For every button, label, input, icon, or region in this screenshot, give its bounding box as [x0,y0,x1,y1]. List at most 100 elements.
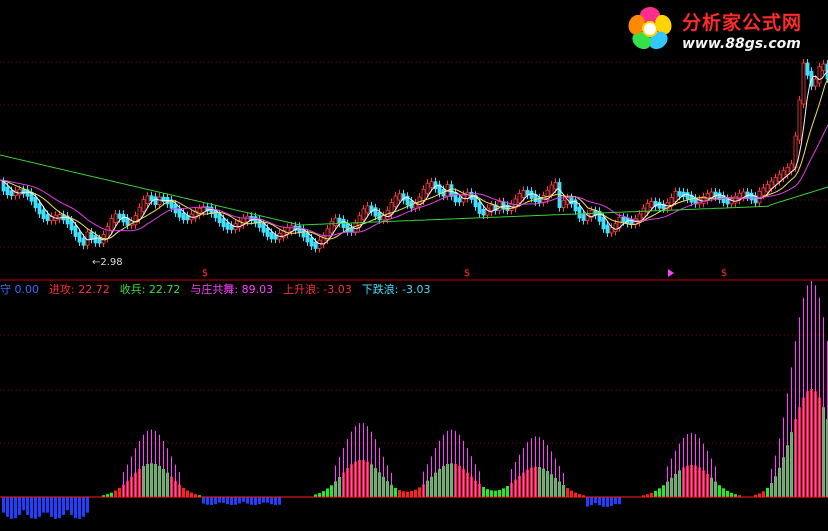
legend-item: 与庄共舞: 89.03 [190,283,274,296]
candle-body [453,191,458,203]
candle-body [813,78,818,87]
guard-bar [218,497,221,503]
candle-body [805,62,810,76]
candle-body [73,225,78,237]
candle-body [77,232,82,243]
candle-body [5,186,10,196]
candle-body [217,213,222,224]
chart-canvas[interactable]: $ $ $ [0,0,828,531]
candle-body [105,226,110,239]
retreat-bar [110,492,113,497]
candle-body [549,184,554,195]
flower-icon [628,7,672,50]
candle-body [133,215,138,226]
guard-bar [10,497,13,519]
indicator-legend: 守 0.00 进攻: 22.72 收兵: 22.72 与庄共舞: 89.03 上升浪: … [0,282,440,298]
candle-body [153,196,158,206]
attack-bar [566,488,569,497]
attack-bar [414,489,417,497]
candle-body [89,231,94,240]
guard-bar [250,497,253,505]
guard-bar [26,497,29,515]
retreat-bar [494,490,497,497]
attack-bar [570,490,573,497]
guard-bar [614,497,617,504]
candle-body [477,202,482,214]
retreat-bar [658,488,661,497]
guard-bar [210,497,213,505]
candle-body [17,189,22,196]
guard-bar [70,497,73,515]
attack-bar [118,487,121,497]
candle-body [605,224,610,234]
logo-title: 分析家公式网 [682,12,803,34]
candle-body [305,232,310,243]
candle-body [333,217,338,227]
candle-body [601,216,606,230]
guard-bar [74,497,77,519]
guard-bar [230,497,233,505]
candle-body [177,208,182,218]
guard-bar [30,497,33,519]
candle-body [353,222,358,233]
candle-body [33,196,38,209]
retreat-bar [730,492,733,497]
candle-body [373,207,378,217]
candle-body [733,195,738,204]
retreat-bar [318,493,321,497]
buy-signal-marker: $ [464,268,470,279]
candle-body [817,66,822,84]
low-price-marker: ←2.98 [92,257,123,268]
attack-bar [182,487,185,497]
candle-body [265,227,270,237]
candle-body [797,99,802,141]
guard-bar [274,497,277,505]
candle-body [529,190,534,199]
legend-item: 上升浪: -3.03 [283,283,352,296]
attack-bar [650,492,653,497]
candle-body [765,184,770,193]
guard-bar [262,497,265,503]
candle-body [397,193,402,201]
guard-bar [18,497,21,515]
candle-body [481,208,486,216]
guard-bar [202,497,205,504]
guard-bar [234,497,237,505]
retreat-bar [322,491,325,497]
retreat-bar [486,489,489,497]
candle-body [137,206,142,220]
retreat-bar [502,488,505,497]
attack-bar [418,487,421,497]
guard-bar [222,497,225,503]
candle-body [521,190,526,198]
retreat-bar [766,487,769,497]
guard-bar [58,497,61,519]
candle-body [673,191,678,202]
attack-bar [406,491,409,497]
candle-body [157,196,162,206]
retreat-bar [722,488,725,497]
candle-body [577,206,582,219]
retreat-bar [326,488,329,497]
guard-bar [594,497,597,504]
guard-bar [214,497,217,505]
legend-item: 守 0.00 [0,283,39,296]
candle-body [309,237,314,247]
candle-body [69,219,74,231]
guard-bar [14,497,17,519]
candle-body [181,212,186,221]
candle-body [145,195,150,205]
attack-bar [186,490,189,497]
candle-body [37,203,42,215]
candle-body [261,223,266,233]
guard-bar [606,497,609,507]
candle-body [313,241,318,249]
attack-bar [114,490,117,497]
candle-body [581,213,586,221]
candle-body [801,62,806,105]
legend-item: 下跌浪: -3.03 [361,283,431,296]
guard-bar [598,497,601,506]
guard-bar [22,497,25,511]
candle-body [269,232,274,240]
candle-body [429,181,434,188]
